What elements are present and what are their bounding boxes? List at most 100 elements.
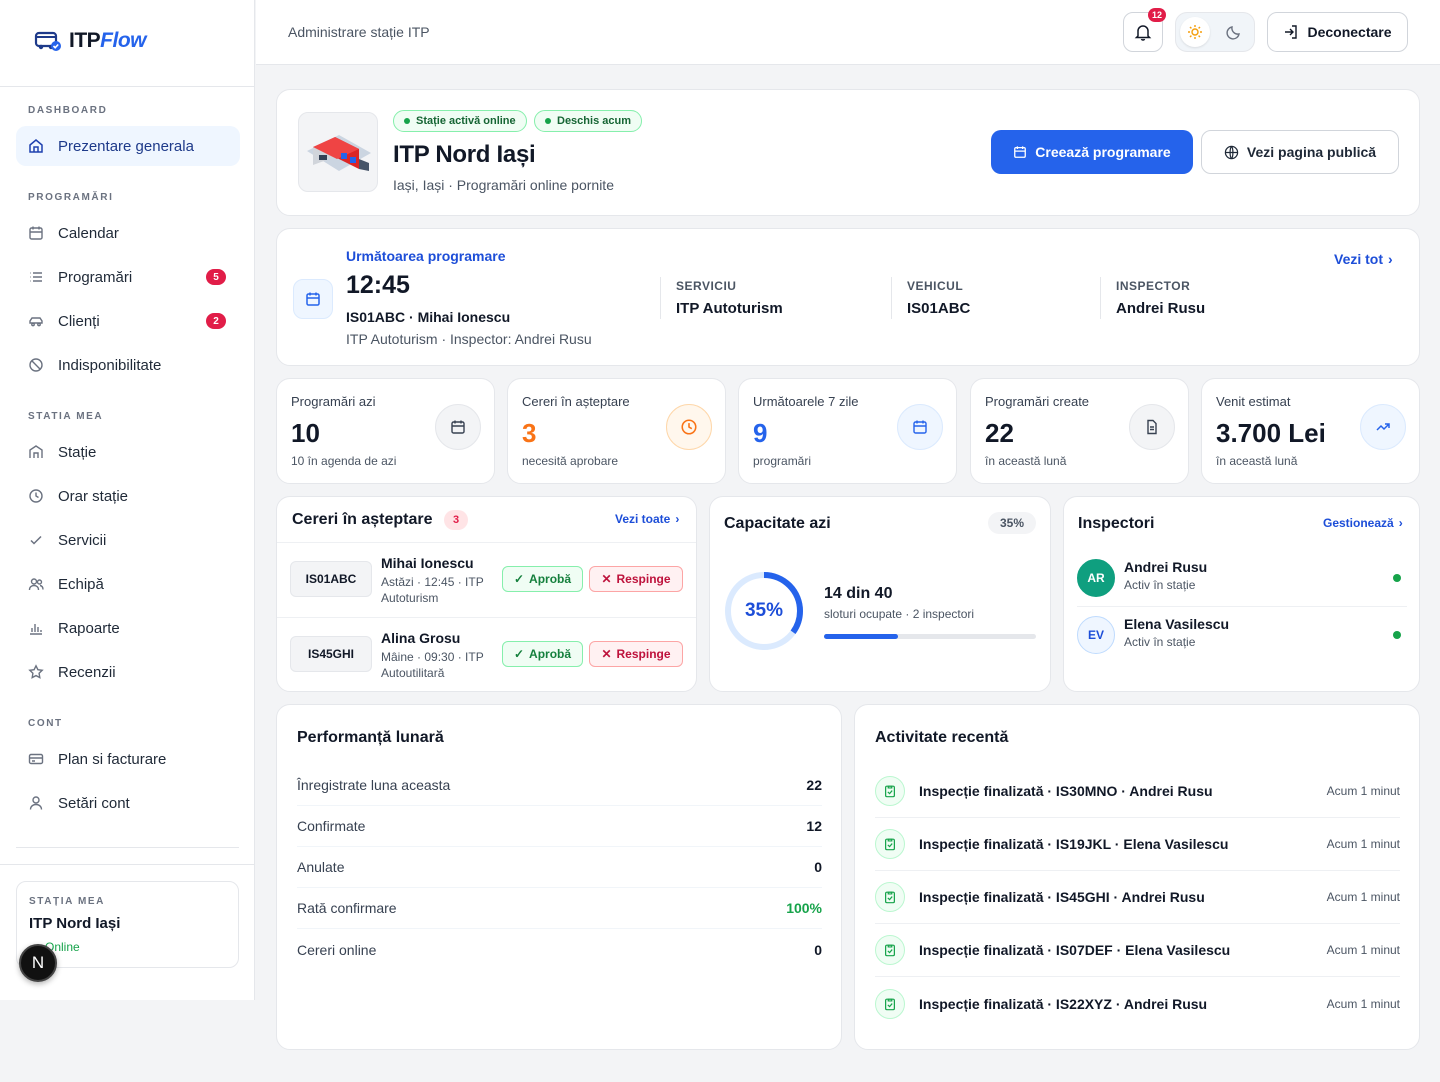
performance-row: Cereri online 0	[297, 929, 822, 970]
performance-row: Înregistrate luna aceasta 22	[297, 765, 822, 806]
activity-text: Inspecție finalizată · IS30MNO · Andrei …	[919, 783, 1213, 799]
bell-icon	[1134, 23, 1152, 41]
request-line2: Autoturism	[381, 591, 439, 605]
count-badge: 5	[206, 269, 226, 285]
inspector-avatar: EV	[1077, 616, 1115, 654]
count-badge: 2	[206, 313, 226, 329]
sun-icon[interactable]	[1180, 17, 1210, 47]
logout-button[interactable]: Deconectare	[1267, 12, 1408, 52]
online-status-label: Stație activă online	[416, 115, 516, 127]
divider	[16, 847, 239, 848]
station-name: ITP Nord Iași	[393, 141, 536, 168]
users-icon	[28, 576, 44, 592]
vehicle-label: VEHICUL	[907, 279, 964, 293]
see-all-requests-label: Vezi toate	[615, 512, 671, 526]
activity-text: Inspecție finalizată · IS22XYZ · Andrei …	[919, 995, 1208, 1012]
sidebar-item-indisponibilitate[interactable]: Indisponibilitate	[16, 345, 240, 385]
my-station-label: STAȚIA MEA	[29, 896, 105, 907]
brand-logo[interactable]: ITPFlow	[33, 28, 146, 54]
globe-icon	[1224, 145, 1239, 160]
inspector-row[interactable]: EV Elena Vasilescu Activ în stație	[1077, 607, 1407, 664]
performance-value: 22	[806, 777, 822, 793]
performance-value: 0	[814, 859, 822, 875]
sidebar-item-label: Clienți	[58, 312, 100, 330]
activity-item[interactable]: Inspecție finalizată · IS30MNO · Andrei …	[875, 765, 1400, 818]
sidebar-item-statie[interactable]: Stație	[16, 432, 240, 472]
my-station-name: ITP Nord Iași	[29, 915, 121, 932]
create-appointment-button[interactable]: Creează programare	[991, 130, 1193, 174]
reject-button[interactable]: ✕ Respinge	[589, 641, 683, 667]
stat-value: 9	[753, 418, 768, 448]
activity-item[interactable]: Inspecție finalizată · IS07DEF · Elena V…	[875, 924, 1400, 977]
online-status-pill: Stație activă online	[393, 110, 527, 132]
capacity-percent-pill: 35%	[988, 512, 1036, 534]
approve-button[interactable]: ✓ Aprobă	[502, 566, 583, 592]
approve-label: Aprobă	[529, 647, 572, 661]
divider	[891, 277, 892, 319]
check-icon: ✓	[513, 647, 525, 661]
stat-card: Următoarele 7 zile 9 programări	[738, 378, 957, 484]
activity-card: Activitate recentă Inspecție finalizată …	[854, 704, 1420, 1050]
sidebar-item-recenzii[interactable]: Recenzii	[16, 652, 240, 692]
performance-label: Anulate	[297, 859, 345, 875]
activity-item[interactable]: Inspecție finalizată · IS22XYZ · Andrei …	[875, 977, 1400, 1030]
sidebar-item-plan[interactable]: Plan si facturare	[16, 739, 240, 779]
request-line2: Autoutilitară	[381, 666, 445, 680]
approve-button[interactable]: ✓ Aprobă	[502, 641, 583, 667]
stat-sub: în această lună	[1216, 454, 1298, 468]
moon-icon[interactable]	[1226, 24, 1242, 40]
see-all-requests-link[interactable]: Vezi toate ›	[615, 512, 679, 526]
stat-sub: necesită aprobare	[522, 454, 619, 468]
capacity-donut-label: 35%	[744, 600, 784, 621]
theme-toggle[interactable]	[1175, 12, 1255, 52]
building-icon	[28, 444, 44, 460]
trending-up-icon	[1360, 404, 1406, 450]
divider	[1100, 277, 1101, 319]
chevron-right-icon: ›	[1398, 516, 1403, 530]
see-all-link[interactable]: Vezi tot ›	[1334, 251, 1393, 267]
sidebar-item-programari[interactable]: Programări 5	[16, 257, 240, 297]
inspector-row[interactable]: AR Andrei Rusu Activ în stație	[1077, 550, 1407, 607]
sidebar-item-calendar[interactable]: Calendar	[16, 213, 240, 253]
next-appointment-details: ITP Autoturism · Inspector: Andrei Rusu	[346, 331, 592, 347]
calendar-icon	[435, 404, 481, 450]
section-cont: CONT	[28, 718, 63, 729]
open-status-label: Deschis acum	[557, 115, 631, 127]
performance-row: Confirmate 12	[297, 806, 822, 847]
inspector-avatar: AR	[1077, 559, 1115, 597]
reject-button[interactable]: ✕ Respinge	[589, 566, 683, 592]
sidebar-item-overview[interactable]: Prezentare generala	[16, 126, 240, 166]
clipboard-check-icon	[875, 935, 905, 965]
request-line1: Mâine · 09:30 · ITP	[381, 650, 484, 664]
user-icon	[28, 795, 44, 811]
sidebar-item-rapoarte[interactable]: Rapoarte	[16, 608, 240, 648]
sidebar-item-clienti[interactable]: Clienți 2	[16, 301, 240, 341]
avatar[interactable]: N	[19, 944, 57, 982]
activity-item[interactable]: Inspecție finalizată · IS19JKL · Elena V…	[875, 818, 1400, 871]
public-page-label: Vezi pagina publică	[1246, 144, 1377, 160]
section-statia: STATIA MEA	[28, 411, 104, 422]
approve-label: Aprobă	[529, 572, 572, 586]
activity-time: Acum 1 minut	[1326, 837, 1400, 851]
divider	[0, 86, 254, 87]
activity-time: Acum 1 minut	[1326, 996, 1400, 1011]
sidebar-item-servicii[interactable]: Servicii	[16, 520, 240, 560]
sidebar-item-label: Orar stație	[58, 487, 129, 505]
sidebar-item-orar[interactable]: Orar stație	[16, 476, 240, 516]
activity-item[interactable]: Inspecție finalizată · IS45GHI · Andrei …	[875, 871, 1400, 924]
capacity-sub: sloturi ocupate · 2 inspectori	[824, 607, 975, 621]
manage-label: Gestionează	[1323, 516, 1394, 530]
performance-row: Rată confirmare 100%	[297, 888, 822, 929]
sidebar-item-label: Setări cont	[58, 794, 130, 812]
sidebar-item-echipa[interactable]: Echipă	[16, 564, 240, 604]
public-page-button[interactable]: Vezi pagina publică	[1201, 130, 1399, 174]
online-dot	[1393, 631, 1401, 639]
activity-text: Inspecție finalizată · IS45GHI · Andrei …	[919, 889, 1205, 905]
inspector-name: Andrei Rusu	[1124, 559, 1208, 575]
manage-inspectors-link[interactable]: Gestionează ›	[1323, 516, 1403, 530]
check-icon	[28, 532, 44, 548]
request-client-name: Mihai Ionescu	[381, 555, 474, 571]
sidebar-item-setari[interactable]: Setări cont	[16, 783, 240, 823]
plate-number: IS45GHI	[290, 636, 372, 672]
performance-value: 12	[806, 818, 822, 834]
